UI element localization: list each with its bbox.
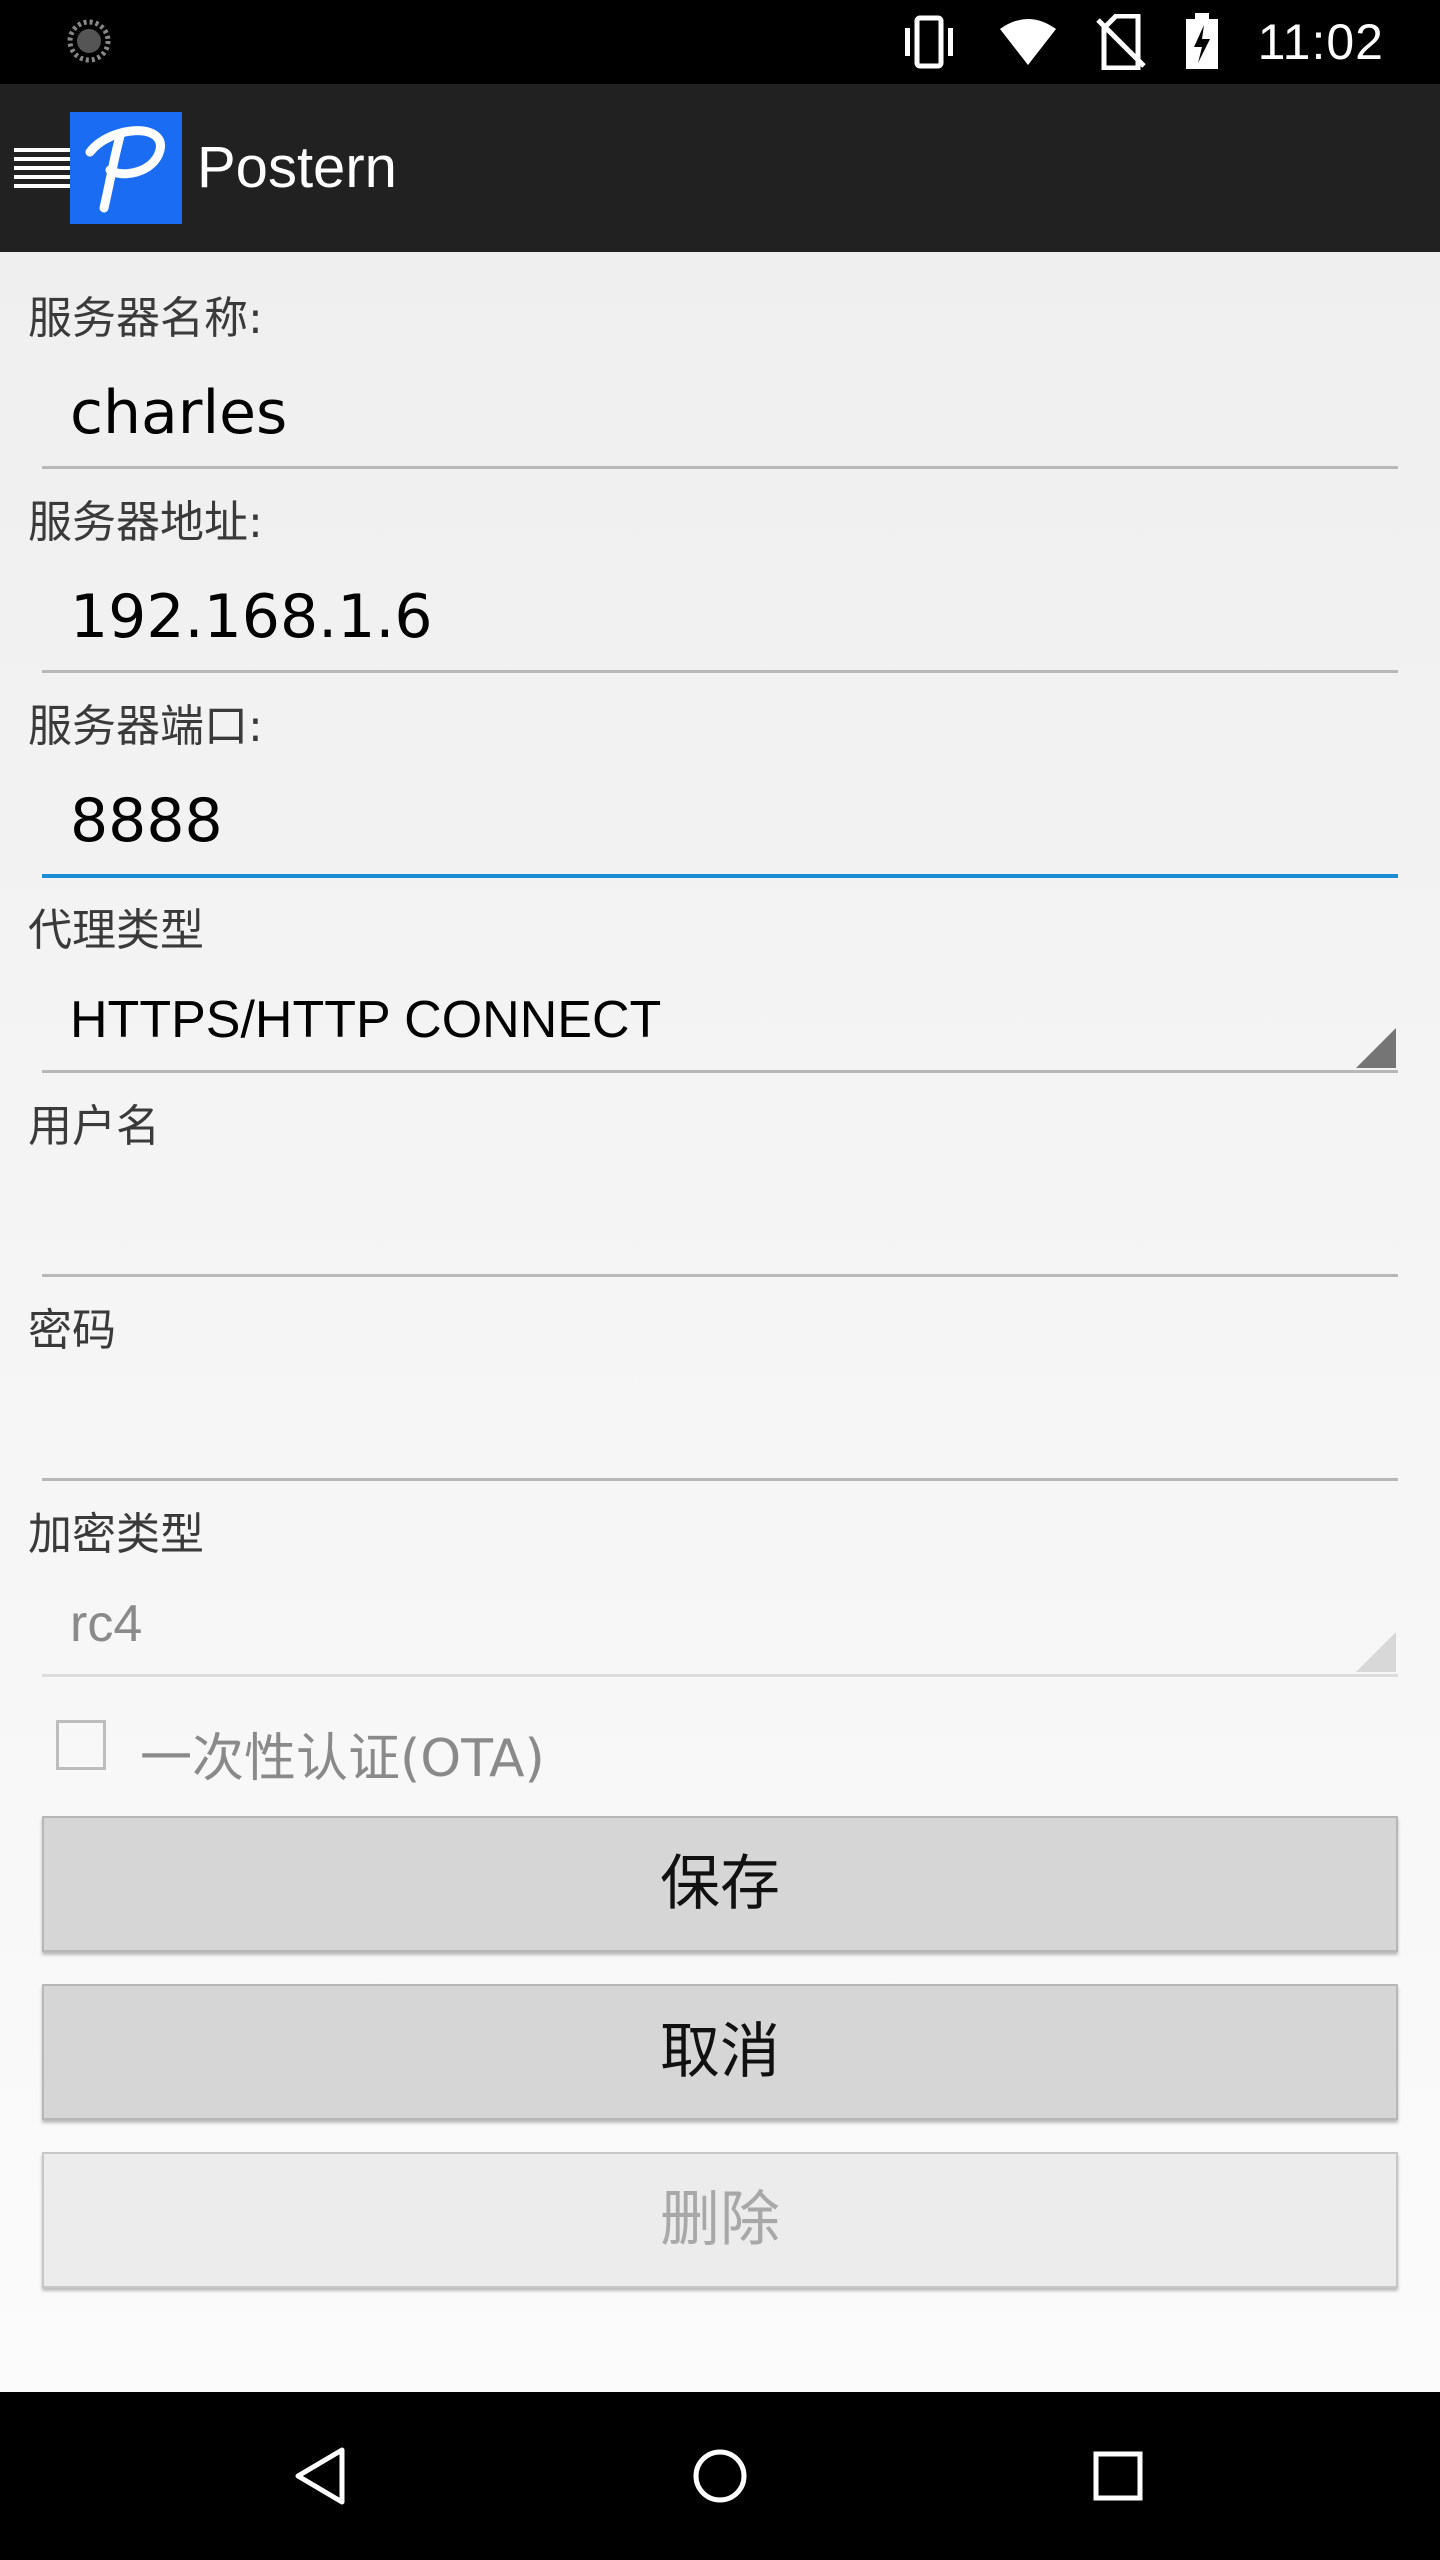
home-icon[interactable] [680,2436,760,2516]
server-name-input[interactable]: charles [70,378,287,448]
proxy-type-label: 代理类型 [28,905,204,956]
password-underline [42,1478,1398,1481]
proxy-type-dropdown-icon[interactable] [1356,1028,1396,1068]
status-bar: 11:02 [0,0,1440,84]
server-form: 服务器名称: charles 服务器地址: 192.168.1.6 服务器端口:… [0,252,1440,2392]
loading-spinner-icon [67,19,111,63]
password-label: 密码 [28,1305,116,1356]
encryption-type-dropdown-icon[interactable] [1356,1632,1396,1672]
server-name-underline [42,466,1398,469]
ota-checkbox-label[interactable]: 一次性认证(OTA) [140,1716,545,1791]
navigation-bar [0,2392,1440,2560]
no-sim-icon [1095,14,1146,70]
battery-charging-icon [1184,13,1220,71]
encryption-type-label: 加密类型 [28,1509,204,1560]
delete-button[interactable]: 删除 [42,2152,1398,2288]
cancel-button[interactable]: 取消 [42,1984,1398,2120]
menu-icon[interactable] [14,140,70,196]
proxy-type-underline [42,1070,1398,1073]
server-address-underline [42,670,1398,673]
save-button[interactable]: 保存 [42,1816,1398,1952]
app-bar: Postern [0,84,1440,252]
screen: 11:02 Postern 服务器名称: charles 服务器地址: 192.… [0,0,1440,2560]
server-port-input[interactable]: 8888 [70,786,223,856]
encryption-type-select[interactable]: rc4 [70,1594,142,1654]
username-label: 用户名 [28,1101,160,1152]
server-port-label: 服务器端口: [28,701,263,752]
server-name-label: 服务器名称: [28,293,263,344]
server-port-underline [42,874,1398,878]
app-logo[interactable] [70,112,182,224]
encryption-type-underline [42,1674,1398,1677]
ota-checkbox[interactable] [56,1720,106,1770]
username-underline [42,1274,1398,1277]
wifi-icon [998,17,1058,67]
app-title: Postern [197,135,397,200]
status-time: 11:02 [1257,14,1384,70]
vibrate-icon [898,14,960,70]
recents-icon[interactable] [1078,2436,1158,2516]
server-address-input[interactable]: 192.168.1.6 [70,582,433,652]
proxy-type-select[interactable]: HTTPS/HTTP CONNECT [70,990,661,1050]
back-icon[interactable] [282,2436,362,2516]
server-address-label: 服务器地址: [28,497,263,548]
